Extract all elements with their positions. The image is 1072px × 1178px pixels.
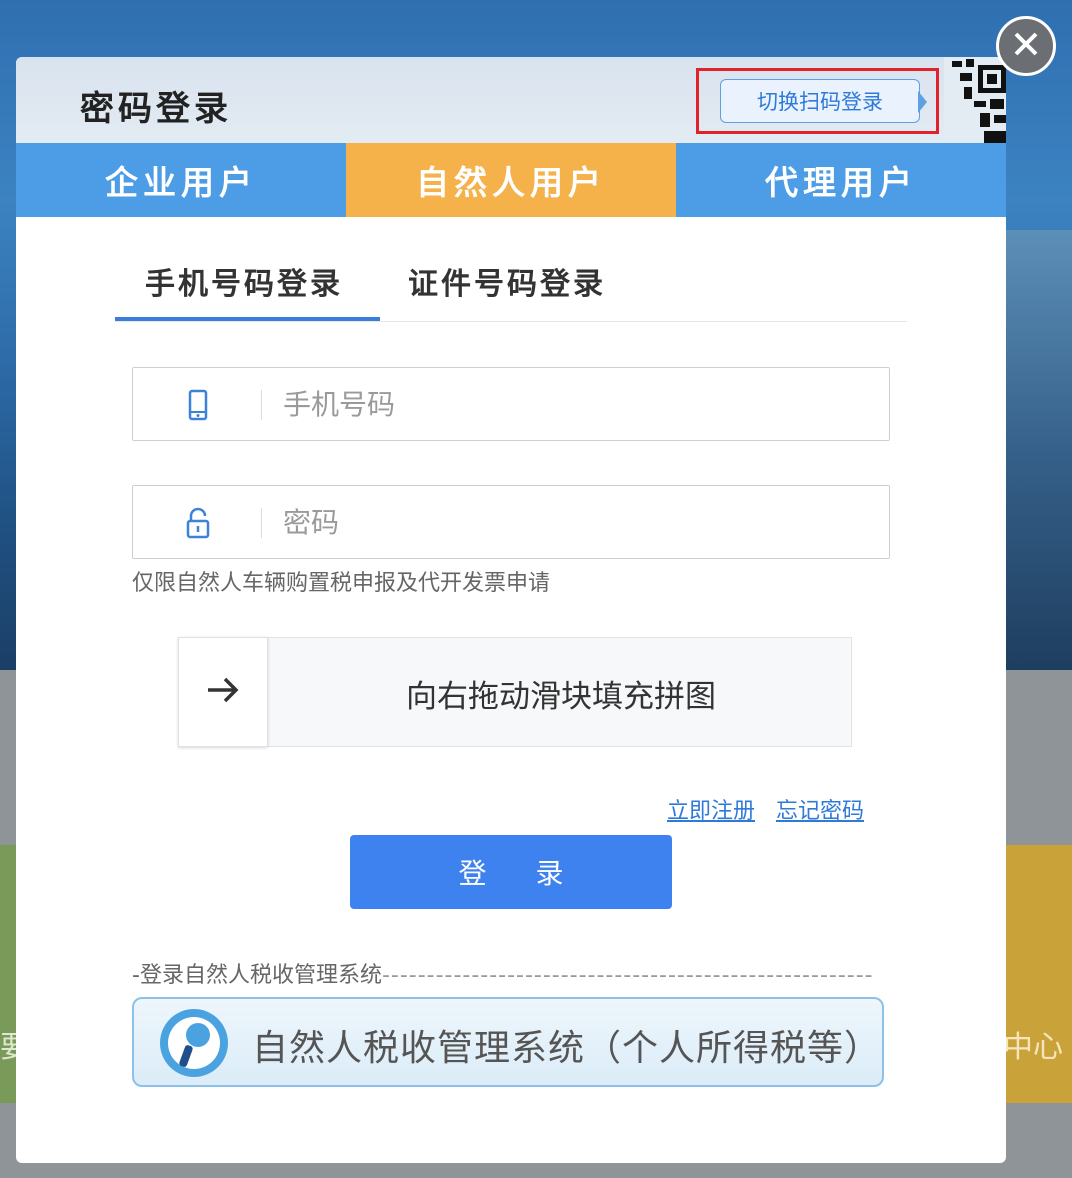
phone-input[interactable] <box>283 376 873 432</box>
tab-agent-user[interactable]: 代理用户 <box>676 143 1006 217</box>
login-method-tabs: 手机号码登录 证件号码登录 <box>115 237 907 322</box>
slider-instruction: 向右拖动滑块填充拼图 <box>406 678 716 715</box>
tax-system-logo-icon <box>156 1005 232 1081</box>
arrow-right-icon <box>205 675 241 709</box>
switch-button-pointer <box>918 91 927 113</box>
phone-field <box>132 367 890 441</box>
tab-enterprise-user[interactable]: 企业用户 <box>16 143 346 217</box>
system-section-title: -登录自然人税收管理系统 <box>132 963 382 988</box>
tab-id-login[interactable]: 证件号码登录 <box>408 259 606 303</box>
login-button[interactable]: 登 录 <box>350 835 672 909</box>
close-button[interactable] <box>996 16 1056 76</box>
account-links: 立即注册 忘记密码 <box>667 793 878 825</box>
slider-handle[interactable] <box>178 637 268 747</box>
tax-system-label: 自然人税收管理系统（个人所得税等） <box>252 1028 882 1069</box>
close-icon <box>1013 31 1039 61</box>
dialog-title: 密码登录 <box>80 89 232 129</box>
mobile-phone-icon <box>183 389 213 421</box>
password-input[interactable] <box>283 494 873 550</box>
lock-icon <box>183 507 213 539</box>
tax-system-button[interactable]: 自然人税收管理系统（个人所得税等） <box>132 997 884 1087</box>
qr-code-icon[interactable] <box>944 57 1006 143</box>
background-mountain <box>1000 230 1072 670</box>
tab-natural-person-user[interactable]: 自然人用户 <box>346 143 676 217</box>
field-separator <box>261 508 262 538</box>
forgot-password-link[interactable]: 忘记密码 <box>776 799 864 824</box>
field-separator <box>261 390 262 420</box>
system-section-label: -登录自然人税收管理系统----------------------------… <box>132 957 874 989</box>
background-tile-right-text: 中心 <box>1003 1030 1063 1065</box>
usage-note: 仅限自然人车辆购置税申报及代开发票申请 <box>132 571 551 596</box>
captcha-slider: 向右拖动滑块填充拼图 <box>178 637 852 747</box>
tab-phone-login[interactable]: 手机号码登录 <box>145 259 343 303</box>
password-field <box>132 485 890 559</box>
login-dialog: 密码登录 切换扫码登录 企业用户 自然人用户 代理用户 手机号码登录 证件号码登… <box>16 57 1006 1163</box>
system-section-divider: ----------------------------------------… <box>381 963 874 988</box>
user-type-tabs: 企业用户 自然人用户 代理用户 <box>16 143 1006 217</box>
switch-qr-login-button[interactable]: 切换扫码登录 <box>720 79 920 123</box>
active-tab-underline <box>115 317 380 321</box>
register-link[interactable]: 立即注册 <box>667 799 755 824</box>
